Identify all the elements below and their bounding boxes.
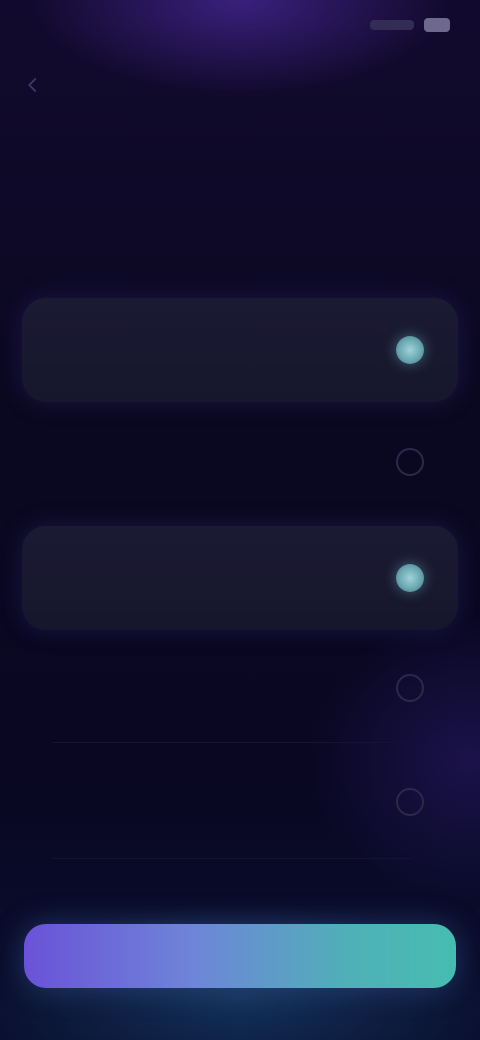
option-2[interactable] [22, 420, 458, 504]
top-bar [0, 62, 480, 108]
radio-icon [396, 788, 424, 816]
divider [52, 742, 412, 743]
status-icons [370, 18, 450, 32]
battery-icon [424, 18, 450, 32]
radio-icon [396, 674, 424, 702]
divider [52, 858, 412, 859]
radio-selected-icon [396, 564, 424, 592]
chevron-left-icon [28, 78, 37, 92]
back-button[interactable] [18, 70, 48, 100]
status-bar [0, 0, 480, 60]
continue-button[interactable] [24, 924, 456, 988]
option-1[interactable] [22, 298, 458, 402]
radio-icon [396, 448, 424, 476]
option-3[interactable] [22, 526, 458, 630]
option-4[interactable] [22, 646, 458, 730]
radio-selected-icon [396, 336, 424, 364]
option-5[interactable] [22, 760, 458, 844]
signal-icon [370, 20, 414, 30]
